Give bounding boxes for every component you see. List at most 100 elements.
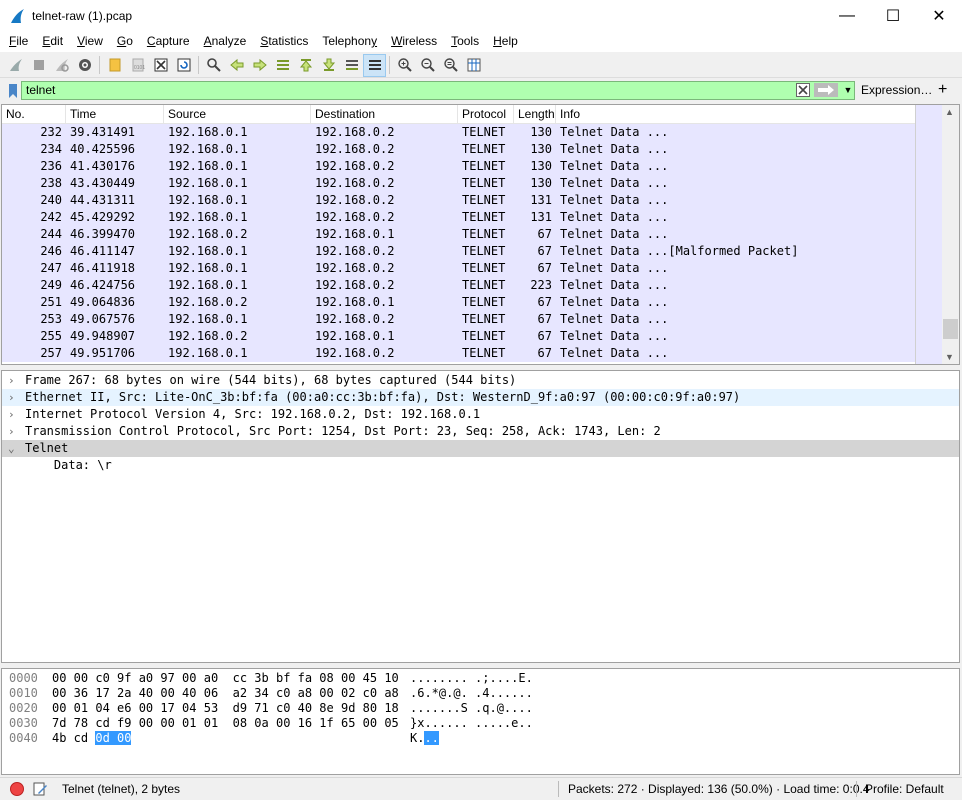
hex-bytes[interactable]: 4b cd 0d 00 xyxy=(52,731,132,746)
details-tree-item[interactable]: › Frame 267: 68 bytes on wire (544 bits),… xyxy=(2,372,959,389)
column-header[interactable]: Length xyxy=(514,105,556,124)
menu-item[interactable]: Analyze xyxy=(197,31,254,52)
go-last-packet-icon[interactable] xyxy=(317,54,340,77)
expert-info-icon[interactable] xyxy=(10,782,24,796)
hex-bytes[interactable]: 00 01 04 e6 00 17 04 53 d9 71 c0 40 8e 9… xyxy=(52,701,399,716)
details-tree-item[interactable]: › Ethernet II, Src: Lite-OnC_3b:bf:fa (00… xyxy=(2,389,959,406)
hex-bytes[interactable]: 00 36 17 2a 40 00 40 06 a2 34 c0 a8 00 0… xyxy=(52,686,399,701)
packet-row[interactable]: 249 46.424756 192.168.0.1 192.168.0.2 TELNET… xyxy=(2,277,916,294)
hex-bytes[interactable]: 00 00 c0 9f a0 97 00 a0 cc 3b bf fa 08 0… xyxy=(52,671,399,686)
bookmark-icon[interactable] xyxy=(4,81,22,100)
packet-row[interactable]: 232 39.431491 192.168.0.1 192.168.0.2 TELNET… xyxy=(2,124,916,141)
display-filter-input[interactable]: telnet xyxy=(21,81,855,100)
go-back-icon[interactable] xyxy=(225,54,248,77)
autoscroll-icon[interactable] xyxy=(340,54,363,77)
reload-file-icon[interactable] xyxy=(172,54,195,77)
chevron-down-icon[interactable]: ▼ xyxy=(842,83,854,97)
scrollbar-thumb[interactable] xyxy=(943,319,958,339)
menu-item[interactable]: Tools xyxy=(444,31,486,52)
menu-item[interactable]: View xyxy=(70,31,110,52)
save-file-icon[interactable]: 0101 xyxy=(126,54,149,77)
packet-row[interactable]: 251 49.064836 192.168.0.2 192.168.0.1 TELNET… xyxy=(2,294,916,311)
column-header[interactable]: Source xyxy=(164,105,311,124)
packet-row[interactable]: 236 41.430176 192.168.0.1 192.168.0.2 TELNET… xyxy=(2,158,916,175)
status-profile[interactable]: Profile: Default xyxy=(865,782,944,796)
chevron-right-icon[interactable]: › xyxy=(8,372,20,389)
details-tree-item[interactable]: › Transmission Control Protocol, Src Port… xyxy=(2,423,959,440)
column-header[interactable]: No. xyxy=(2,105,66,124)
stop-capture-icon[interactable] xyxy=(27,54,50,77)
start-capture-icon[interactable] xyxy=(4,54,27,77)
menu-item[interactable]: Capture xyxy=(140,31,197,52)
clear-filter-icon[interactable] xyxy=(796,83,810,97)
find-packet-icon[interactable] xyxy=(202,54,225,77)
expression-button[interactable]: Expression… xyxy=(861,82,932,99)
packet-list-scrollbar[interactable]: ▲ ▼ xyxy=(942,105,959,364)
capture-options-icon[interactable] xyxy=(73,54,96,77)
packet-row[interactable]: 253 49.067576 192.168.0.1 192.168.0.2 TELNET… xyxy=(2,311,916,328)
details-tree-item[interactable]: ⌄ Telnet xyxy=(2,440,959,457)
apply-filter-icon[interactable] xyxy=(814,83,838,97)
zoom-in-icon[interactable] xyxy=(393,54,416,77)
chevron-right-icon[interactable]: › xyxy=(8,406,20,423)
hex-offset[interactable]: 0020 xyxy=(9,701,38,716)
hex-ascii[interactable]: }x...... .....e.. xyxy=(410,716,533,731)
packet-details-tree[interactable]: › Frame 267: 68 bytes on wire (544 bits),… xyxy=(1,370,960,663)
menu-item[interactable]: File xyxy=(2,31,35,52)
go-first-packet-icon[interactable] xyxy=(294,54,317,77)
packet-row[interactable]: 244 46.399470 192.168.0.2 192.168.0.1 TELNET… xyxy=(2,226,916,243)
hex-selected-bytes[interactable]: 0d 00 xyxy=(95,731,132,745)
packet-row[interactable]: 240 44.431311 192.168.0.1 192.168.0.2 TELNET… xyxy=(2,192,916,209)
menu-item[interactable]: Go xyxy=(110,31,140,52)
scroll-up-icon[interactable]: ▲ xyxy=(945,107,954,117)
hex-offset[interactable]: 0010 xyxy=(9,686,38,701)
hex-offset[interactable]: 0040 xyxy=(9,731,38,746)
column-header[interactable]: Protocol xyxy=(458,105,514,124)
details-tree-item[interactable]: Data: \r xyxy=(2,457,959,474)
menu-item[interactable]: Wireless xyxy=(384,31,444,52)
hex-ascii[interactable]: K... xyxy=(410,731,439,746)
column-header[interactable]: Time xyxy=(66,105,164,124)
packet-row[interactable]: 242 45.429292 192.168.0.1 192.168.0.2 TELNET… xyxy=(2,209,916,226)
menu-item[interactable]: Help xyxy=(486,31,525,52)
hex-bytes[interactable]: 7d 78 cd f9 00 00 01 01 08 0a 00 16 1f 6… xyxy=(52,716,399,731)
packet-row[interactable]: 247 46.411918 192.168.0.1 192.168.0.2 TELNET… xyxy=(2,260,916,277)
hex-ascii[interactable]: .......S .q.@.... xyxy=(410,701,533,716)
colorize-icon[interactable] xyxy=(363,53,386,77)
close-button[interactable]: ✕ xyxy=(916,0,962,31)
packet-bytes-pane[interactable]: 0000 00 00 c0 9f a0 97 00 a0 cc 3b bf fa … xyxy=(1,668,960,775)
zoom-reset-icon[interactable] xyxy=(439,54,462,77)
packet-row[interactable]: 257 49.951706 192.168.0.1 192.168.0.2 TELNET… xyxy=(2,345,916,362)
hex-ascii[interactable]: .6.*@.@. .4...... xyxy=(410,686,533,701)
menu-item[interactable]: Telephony xyxy=(315,31,384,52)
chevron-right-icon[interactable]: › xyxy=(8,389,20,406)
menu-item[interactable]: Statistics xyxy=(253,31,315,52)
restart-capture-icon[interactable] xyxy=(50,54,73,77)
chevron-right-icon[interactable]: › xyxy=(8,423,20,440)
scroll-down-icon[interactable]: ▼ xyxy=(945,352,954,362)
packet-row[interactable]: 234 40.425596 192.168.0.1 192.168.0.2 TELNET… xyxy=(2,141,916,158)
maximize-button[interactable]: ☐ xyxy=(870,0,916,31)
hex-selected-ascii[interactable]: .. xyxy=(424,731,439,745)
hex-ascii[interactable]: ........ .;....E. xyxy=(410,671,533,686)
minimize-button[interactable]: — xyxy=(824,0,870,31)
chevron-down-icon[interactable]: ⌄ xyxy=(8,440,20,457)
capture-comment-icon[interactable] xyxy=(32,781,48,797)
go-to-packet-icon[interactable] xyxy=(271,54,294,77)
zoom-out-icon[interactable] xyxy=(416,54,439,77)
add-filter-button[interactable]: + xyxy=(938,80,947,99)
packet-minimap[interactable] xyxy=(915,105,942,364)
column-header[interactable]: Destination xyxy=(311,105,458,124)
hex-offset[interactable]: 0030 xyxy=(9,716,38,731)
open-file-icon[interactable] xyxy=(103,54,126,77)
menu-item[interactable]: Edit xyxy=(35,31,70,52)
hex-offset[interactable]: 0000 xyxy=(9,671,38,686)
packet-row[interactable]: 238 43.430449 192.168.0.1 192.168.0.2 TELNET… xyxy=(2,175,916,192)
close-file-icon[interactable] xyxy=(149,54,172,77)
details-tree-item[interactable]: › Internet Protocol Version 4, Src: 192.1… xyxy=(2,406,959,423)
column-header[interactable]: Info xyxy=(556,105,916,124)
packet-list[interactable]: No. Time Source Destination Protocol Length In… xyxy=(1,104,960,365)
packet-row[interactable]: 255 49.948907 192.168.0.2 192.168.0.1 TELNET… xyxy=(2,328,916,345)
packet-row[interactable]: 246 46.411147 192.168.0.1 192.168.0.2 TELNET… xyxy=(2,243,916,260)
resize-columns-icon[interactable] xyxy=(462,54,485,77)
